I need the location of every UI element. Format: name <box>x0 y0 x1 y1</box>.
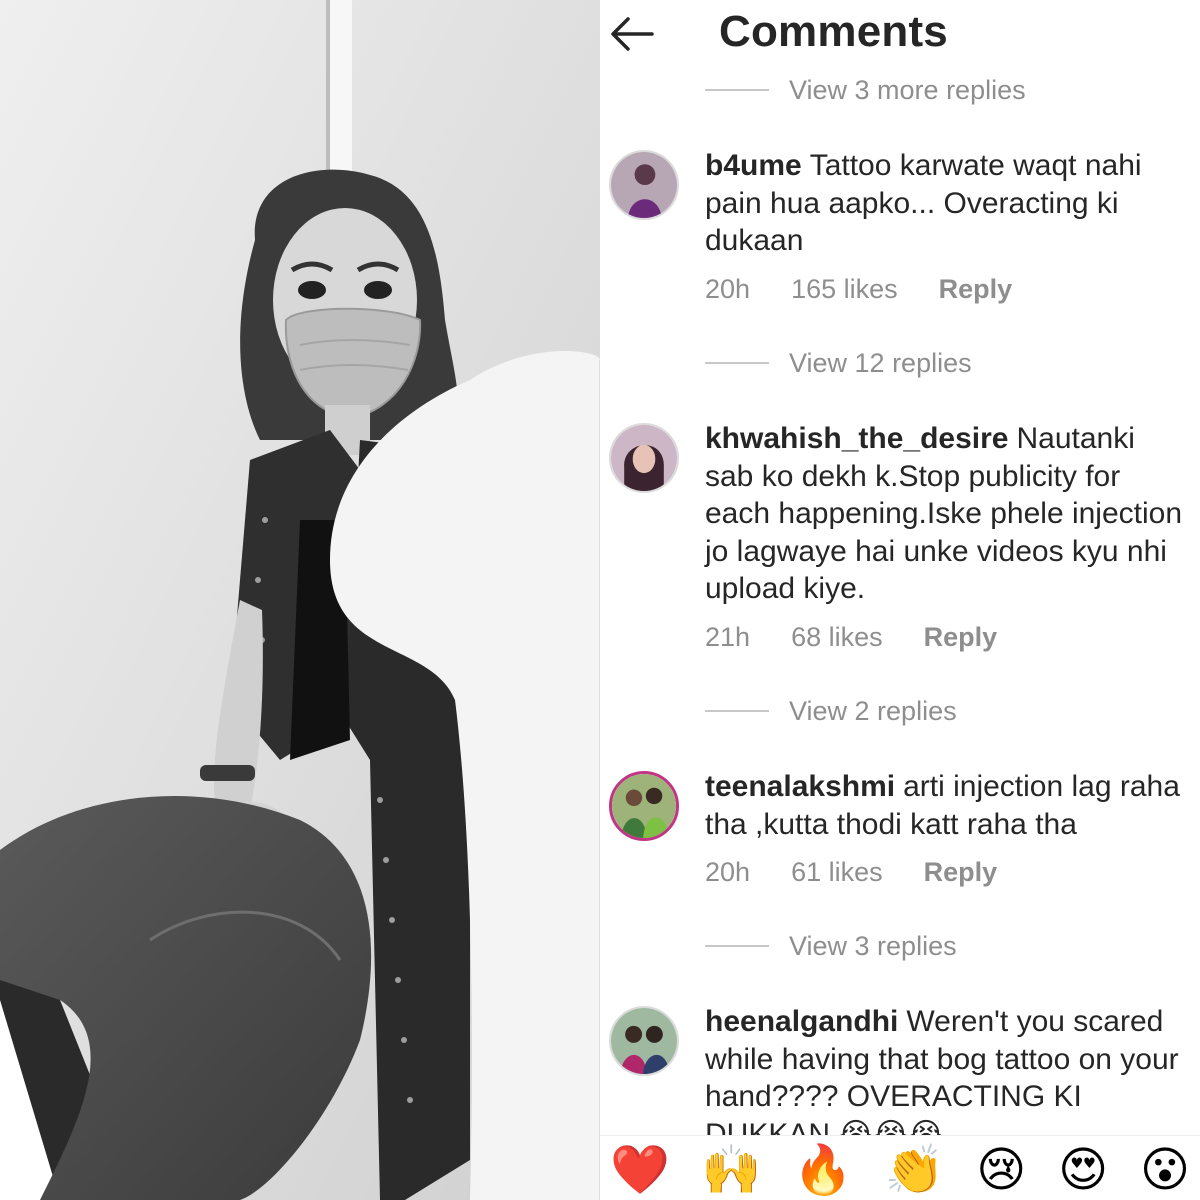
comment-username[interactable]: heenalgandhi <box>705 1005 898 1038</box>
comment-meta: 21h 68 likes Reply <box>705 622 1038 653</box>
comment-username[interactable]: khwahish_the_desire <box>705 422 1008 455</box>
view-replies-button[interactable]: View 12 replies <box>705 343 972 383</box>
surprised-face-emoji-icon[interactable]: 😮 <box>1140 1140 1190 1200</box>
view-more-replies-top[interactable]: View 3 more replies <box>705 70 1026 110</box>
avatar[interactable] <box>609 1006 679 1076</box>
comment-text: heenalgandhi Weren't you scared while hav… <box>705 1003 1185 1153</box>
view-replies-divider <box>705 710 769 712</box>
comment-likes[interactable]: 165 likes <box>791 274 898 305</box>
user-avatar-image <box>611 425 677 491</box>
clapping-hands-emoji-icon[interactable]: 👏 <box>885 1140 945 1200</box>
emoji-reaction-bar: ❤️ 🙌 🔥 👏 😢 😍 😮 <box>600 1135 1200 1200</box>
comment-meta: 20h 61 likes Reply <box>705 857 1038 888</box>
comment-time: 21h <box>705 622 751 652</box>
comment-likes[interactable]: 61 likes <box>791 857 883 888</box>
user-avatar-image <box>612 774 676 838</box>
view-replies-divider <box>705 362 769 364</box>
view-replies-button[interactable]: View 2 replies <box>705 691 957 731</box>
avatar[interactable] <box>609 423 679 493</box>
avatar[interactable] <box>609 771 679 841</box>
reply-button[interactable]: Reply <box>924 857 998 888</box>
view-replies-divider <box>705 945 769 947</box>
fire-emoji-icon[interactable]: 🔥 <box>793 1140 853 1200</box>
raised-hands-emoji-icon[interactable]: 🙌 <box>702 1140 762 1200</box>
crying-face-emoji-icon[interactable]: 😢 <box>976 1140 1026 1200</box>
comment-username[interactable]: b4ume <box>705 149 802 182</box>
back-arrow-icon[interactable] <box>608 14 656 54</box>
comment-text: b4ume Tattoo karwate waqt nahi pain hua a… <box>705 147 1185 260</box>
view-replies-label: View 12 replies <box>789 347 972 378</box>
view-replies-divider <box>705 89 769 91</box>
page-title: Comments <box>719 7 948 56</box>
reply-button[interactable]: Reply <box>939 274 1013 305</box>
comment-text: teenalakshmi arti injection lag raha tha … <box>705 768 1185 843</box>
comment-time: 20h <box>705 857 751 887</box>
reply-button[interactable]: Reply <box>924 622 998 653</box>
comment-username[interactable]: teenalakshmi <box>705 770 895 803</box>
view-replies-label: View 3 more replies <box>789 74 1026 105</box>
user-avatar-image <box>611 1008 677 1074</box>
view-replies-label: View 3 replies <box>789 930 957 961</box>
heart-emoji-icon[interactable]: ❤️ <box>610 1140 670 1200</box>
post-photo <box>0 0 600 1200</box>
view-replies-label: View 2 replies <box>789 695 957 726</box>
view-replies-button[interactable]: View 3 replies <box>705 926 957 966</box>
comment-text: khwahish_the_desire Nautanki sab ko dekh … <box>705 420 1185 608</box>
comment-meta: 20h 165 likes Reply <box>705 274 1053 305</box>
comment-likes[interactable]: 68 likes <box>791 622 883 653</box>
user-avatar-image <box>611 152 677 218</box>
comments-panel: View 3 more replies Comments b4ume Tattoo… <box>600 0 1200 1200</box>
woman-photo-illustration <box>0 0 600 1200</box>
comments-header: Comments <box>600 0 1200 66</box>
avatar[interactable] <box>609 150 679 220</box>
comment-time: 20h <box>705 274 751 304</box>
heart-eyes-emoji-icon[interactable]: 😍 <box>1058 1140 1108 1200</box>
